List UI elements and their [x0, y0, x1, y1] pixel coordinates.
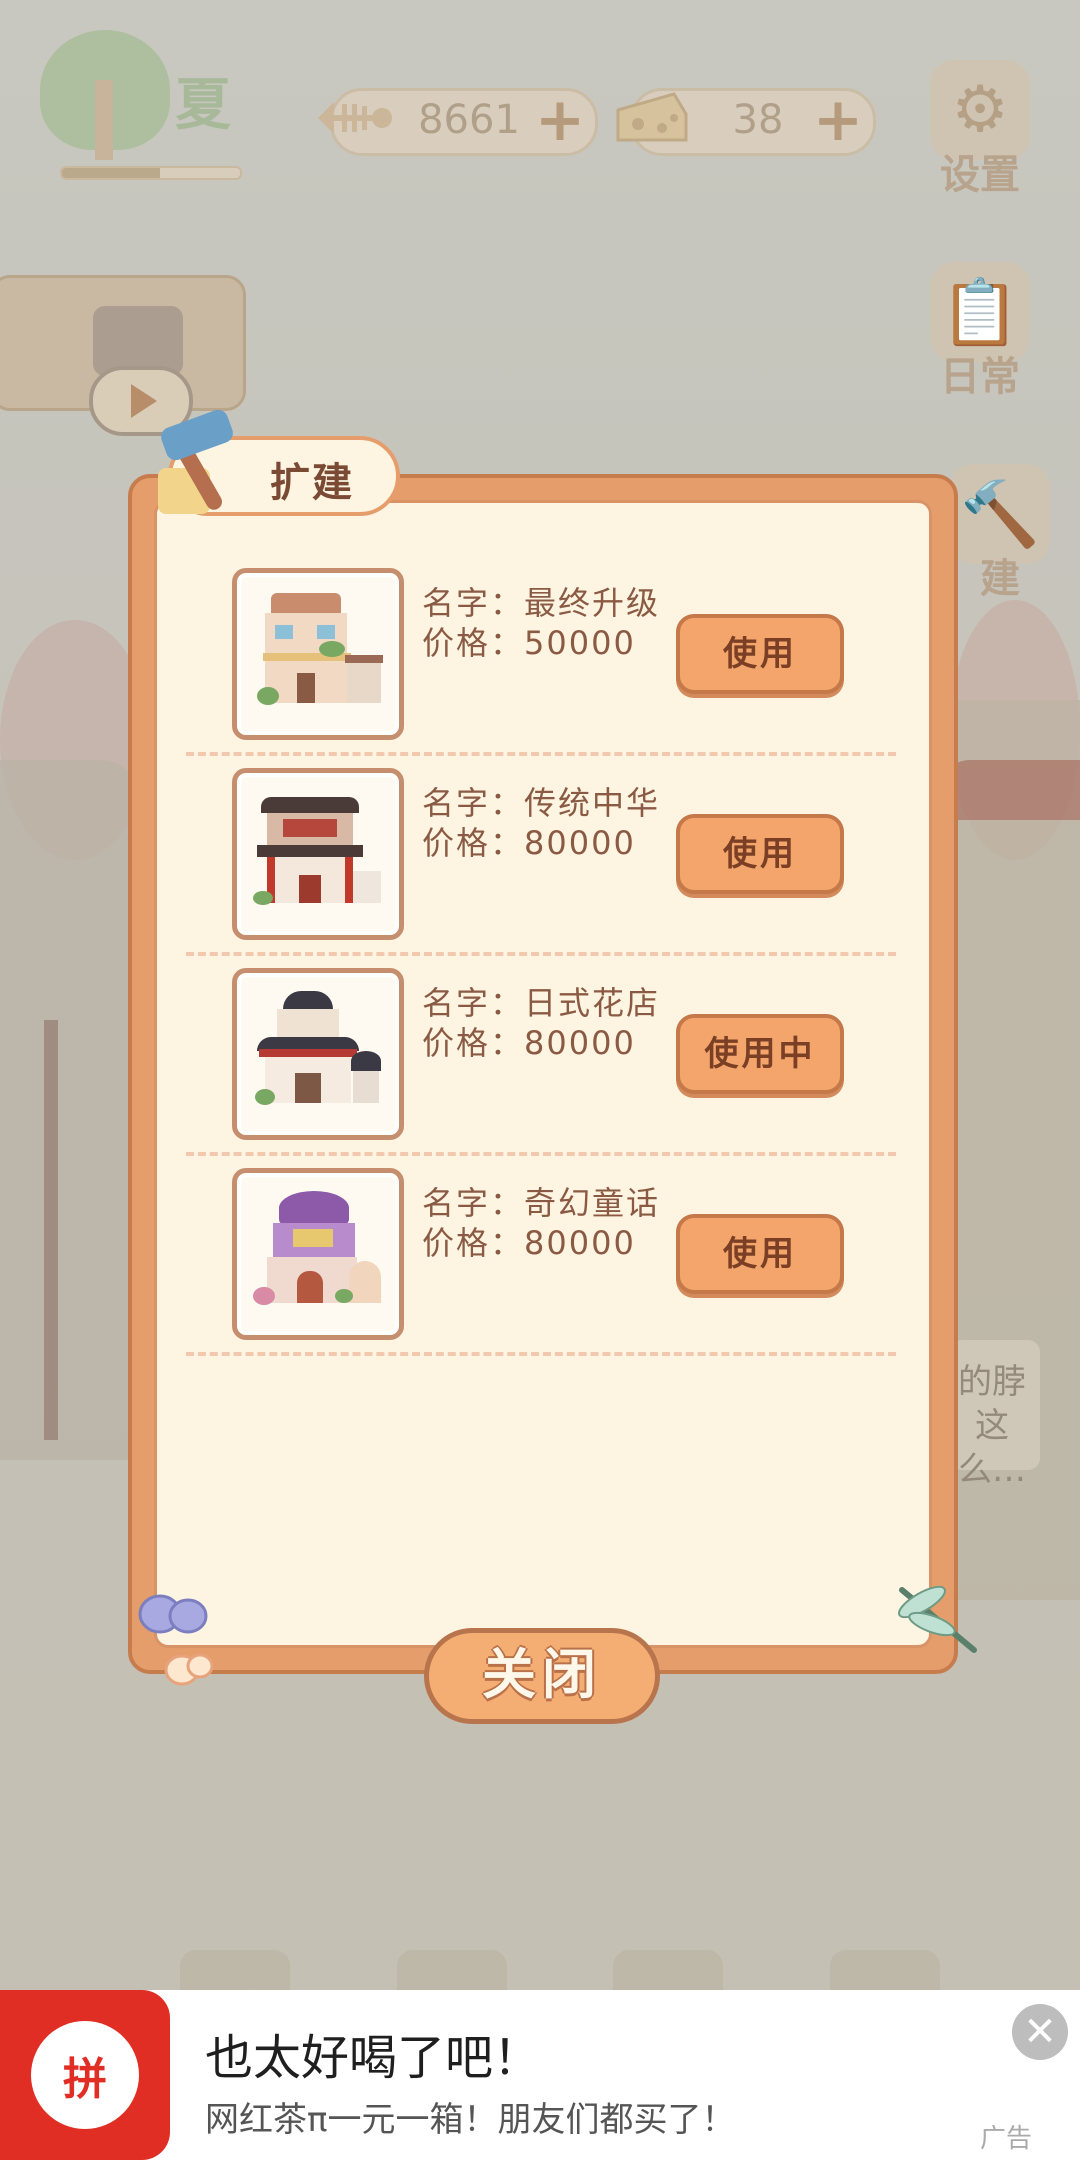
speech-bubble-text: 的脖这么…	[958, 1362, 1026, 1490]
toolbar-icon	[829, 1950, 940, 1990]
list-item: 名字：奇幻童话 价格：80000 使用	[186, 1168, 886, 1368]
building-thumbnail	[232, 768, 404, 940]
item-price: 价格：50000	[422, 624, 636, 662]
item-price: 价格：80000	[422, 1024, 636, 1062]
close-button[interactable]: 关闭	[424, 1628, 660, 1724]
logo-text: 拼	[31, 2021, 139, 2129]
tree-trunk	[95, 80, 113, 160]
cheese-value: 38	[732, 97, 784, 143]
season-label: 夏	[175, 73, 231, 138]
divider	[186, 952, 896, 956]
house-image	[253, 587, 383, 721]
in-use-button[interactable]: 使用中	[676, 1014, 844, 1094]
bottom-toolbar	[180, 1950, 940, 1990]
use-button[interactable]: 使用	[676, 614, 844, 694]
fish-bone-icon	[307, 73, 397, 163]
cheese-icon	[607, 73, 697, 163]
daily-label: 日常	[940, 354, 1020, 400]
ad-title: 也太好喝了吧！	[205, 2030, 542, 2086]
building-thumbnail	[232, 568, 404, 740]
background-roof	[940, 760, 1080, 820]
fish-bone-counter: 8661 +	[318, 88, 598, 156]
expand-side-button[interactable]: 🔨 建	[950, 464, 1050, 604]
season-progress-fill	[62, 168, 160, 178]
season-progress-bar	[60, 166, 242, 180]
list-item: 名字：最终升级 价格：50000 使用	[186, 568, 886, 768]
use-button[interactable]: 使用	[676, 814, 844, 894]
house-image	[253, 787, 383, 921]
butterfly-icon	[138, 1592, 218, 1692]
daily-button[interactable]: 📋 日常	[930, 262, 1030, 402]
building-thumbnail	[232, 1168, 404, 1340]
building-thumbnail	[232, 968, 404, 1140]
background-pole	[44, 1020, 58, 1440]
toolbar-icon	[180, 1950, 290, 1990]
dialog-title: 扩建	[270, 460, 354, 506]
ad-description: 网红茶π一元一箱！朋友们都买了！	[205, 2100, 736, 2140]
hammer-icon	[150, 407, 250, 518]
house-image	[253, 987, 383, 1121]
house-image	[253, 1187, 383, 1321]
item-price: 价格：80000	[422, 1224, 636, 1262]
ad-tag: 广告	[980, 2124, 1033, 2154]
fish-bone-value: 8661	[418, 97, 520, 143]
use-button[interactable]: 使用	[676, 1214, 844, 1294]
list-item: 名字：传统中华 价格：80000 使用	[186, 768, 886, 968]
dragonfly-icon	[888, 1580, 988, 1660]
top-hud: 夏 8661 + 38 + ⚙ 设置	[0, 0, 1080, 200]
pinduoduo-logo: 拼	[0, 1990, 170, 2160]
settings-button[interactable]: ⚙ 设置	[930, 60, 1030, 200]
background-building	[0, 760, 140, 1460]
expand-side-label: 建	[980, 556, 1020, 602]
video-reward-button[interactable]	[0, 275, 246, 436]
settings-label: 设置	[940, 152, 1020, 198]
divider	[186, 752, 896, 756]
divider	[186, 1152, 896, 1156]
toolbar-icon	[613, 1950, 724, 1990]
divider	[186, 1352, 896, 1356]
toolbar-icon	[396, 1950, 507, 1990]
ad-close-button[interactable]: ✕	[1012, 2004, 1068, 2060]
season-badge[interactable]: 夏	[40, 30, 270, 160]
add-cheese-button[interactable]: +	[811, 90, 865, 150]
list-item: 名字：日式花店 价格：80000 使用中	[186, 968, 886, 1168]
add-fish-bone-button[interactable]: +	[533, 90, 587, 150]
item-price: 价格：80000	[422, 824, 636, 862]
cheese-counter: 38 +	[616, 88, 876, 156]
ad-banner[interactable]: 拼 也太好喝了吧！ 网红茶π一元一箱！朋友们都买了！	[0, 1990, 1080, 2160]
